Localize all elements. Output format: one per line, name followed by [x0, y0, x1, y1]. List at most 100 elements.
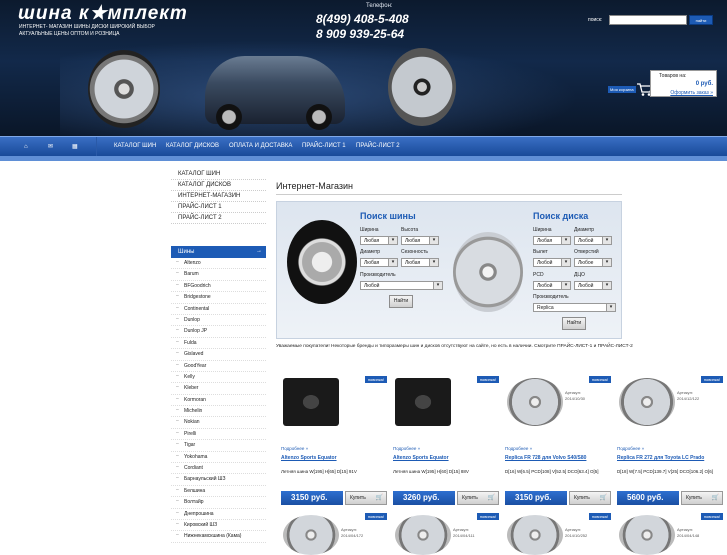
brand-item[interactable]: Барнаульский ШЗ [171, 474, 266, 486]
brand-item[interactable]: Kormoran [171, 395, 266, 407]
nav-price-list-2[interactable]: ПРАЙС-ЛИСТ 2 [356, 143, 400, 149]
product-image[interactable] [507, 378, 563, 426]
buy-button[interactable]: Купить [457, 491, 499, 505]
article-date: 2014/04/111 [453, 533, 475, 538]
tire-maker-select[interactable]: Любой [360, 281, 443, 290]
disk-offset-label: Вылет [533, 249, 548, 255]
disk-maker-select[interactable]: Replica [533, 303, 616, 312]
brand-item[interactable]: Днепрошина [171, 509, 266, 520]
details-link[interactable]: Подробнее » [505, 446, 532, 451]
home-icon[interactable]: ⌂ [24, 144, 30, 150]
nav-tire-catalog[interactable]: КАТАЛОГ ШИН [114, 143, 156, 149]
sitemap-icon[interactable]: ▦ [72, 144, 78, 150]
banner-rim-image [388, 48, 456, 126]
product-desc: D[16] W[6.5] PCD[108] V[52.5] DCO[63.4] … [505, 469, 599, 474]
brand-list-heading[interactable]: Шины → [171, 246, 266, 258]
disk-offset-select[interactable]: Любой [533, 258, 571, 267]
product-image[interactable] [619, 378, 675, 426]
left-menu-item[interactable]: ИНТЕРНЕТ-МАГАЗИН [171, 191, 266, 202]
brand-item[interactable]: BFGoodrich [171, 281, 266, 293]
product-image[interactable] [283, 378, 339, 426]
brand-item[interactable]: Kelly [171, 372, 266, 384]
brand-item[interactable]: Kleber [171, 383, 266, 395]
brand-item[interactable]: Tigar [171, 440, 266, 452]
disk-dco-select[interactable]: Любой [574, 281, 612, 290]
details-link[interactable]: Подробнее » [617, 446, 644, 451]
brand-item[interactable]: Nokian [171, 417, 266, 429]
nav-price-list-1[interactable]: ПРАЙС-ЛИСТ 1 [302, 143, 346, 149]
disk-pcd-select[interactable]: Любой [533, 281, 571, 290]
left-menu-item[interactable]: ПРАЙС-ЛИСТ 1 [171, 202, 266, 213]
left-menu-item[interactable]: КАТАЛОГ ШИН [171, 169, 266, 180]
details-link[interactable]: Подробнее » [393, 446, 420, 451]
brand-item[interactable]: Кировский ШЗ [171, 520, 266, 532]
disk-search-title: Поиск диска [533, 211, 589, 221]
disk-diameter-select[interactable]: Любой [574, 236, 612, 245]
product-name[interactable]: Altenzo Sports Equator [281, 455, 337, 461]
arrow-right-icon: → [256, 248, 262, 254]
buy-button[interactable]: Купить [345, 491, 387, 505]
brand-item[interactable]: Yokohama [171, 452, 266, 464]
mail-icon[interactable]: ✉ [48, 144, 54, 150]
disk-dco-label: ДЦО [574, 272, 585, 278]
product-image[interactable] [507, 515, 563, 555]
brand-item[interactable]: Cordiant [171, 463, 266, 475]
brand-item[interactable]: Dunlop JP [171, 326, 266, 338]
brand-item[interactable]: Dunlop [171, 315, 266, 327]
disk-width-label: Ширина [533, 227, 552, 233]
my-cart-link[interactable]: Моя корзина [608, 86, 636, 93]
new-badge: новинка! [588, 513, 611, 520]
product-name[interactable]: Replica FR 272 для Toyota LC Prado [617, 455, 704, 461]
banner-car-wheel [306, 104, 332, 130]
brand-item[interactable]: GoodYear [171, 361, 266, 372]
brand-list-title: Шины [178, 249, 195, 255]
site-logo[interactable]: шина к★мплект [18, 2, 188, 25]
brand-item[interactable]: Белшина [171, 486, 266, 498]
product-image[interactable] [395, 515, 451, 555]
search-label: поиск: [588, 17, 603, 23]
brand-item[interactable]: Altenzo [171, 258, 266, 270]
tire-height-select[interactable]: Любая [401, 236, 439, 245]
tire-season-select[interactable]: Любая [401, 258, 439, 267]
product-name[interactable]: Replica FR 728 для Volvo S40/S80 [505, 455, 586, 461]
brand-item[interactable]: Gislaved [171, 349, 266, 361]
site-tagline: АКТУАЛЬНЫЕ ЦЕНЫ ОПТОМ И РОЗНИЦА [19, 31, 120, 37]
nav-stripe [0, 156, 727, 161]
brand-item[interactable]: Michelin [171, 406, 266, 418]
product-image[interactable] [283, 515, 339, 555]
tire-height-label: Высота [401, 227, 419, 233]
left-menu-item[interactable]: ПРАЙС-ЛИСТ 2 [171, 213, 266, 224]
disk-holes-select[interactable]: Любое [574, 258, 612, 267]
new-badge: новинка! [588, 376, 611, 383]
brand-item[interactable]: Pirelli [171, 429, 266, 441]
brand-item[interactable]: Fulda [171, 338, 266, 350]
brand-item[interactable]: Нижнекамскшина (Кама) [171, 531, 266, 543]
tire-diameter-label: Диаметр [360, 249, 381, 255]
new-badge: новинка! [700, 376, 723, 383]
disk-width-select[interactable]: Любая [533, 236, 571, 245]
brand-item[interactable]: Волтайр [171, 497, 266, 509]
search-input[interactable] [609, 15, 687, 25]
disk-search-button[interactable]: Найти [562, 317, 586, 330]
header-banner: шина к★мплект ИНТЕРНЕТ- МАГАЗИН ШИНЫ ДИС… [0, 0, 727, 136]
checkout-link[interactable]: Оформить заказ » [670, 90, 713, 96]
nav-disk-catalog[interactable]: КАТАЛОГ ДИСКОВ [166, 143, 219, 149]
product-image[interactable] [395, 378, 451, 426]
product-name[interactable]: Altenzo Sports Equator [393, 455, 449, 461]
product-card: новинка! Подробнее » Altenzo Sports Equato… [393, 376, 499, 506]
details-link[interactable]: Подробнее » [281, 446, 308, 451]
site-tagline: ИНТЕРНЕТ- МАГАЗИН ШИНЫ ДИСКИ ШИРОКИЙ ВЫБ… [19, 24, 155, 30]
brand-item[interactable]: Barum [171, 269, 266, 281]
brand-item[interactable]: Continental [171, 304, 266, 315]
tire-search-button[interactable]: Найти [389, 295, 413, 308]
search-button[interactable]: найти [689, 15, 713, 25]
product-price: 3150 руб. [281, 491, 343, 505]
product-image[interactable] [619, 515, 675, 555]
left-menu-item[interactable]: КАТАЛОГ ДИСКОВ [171, 180, 266, 191]
buy-button[interactable]: Купить [681, 491, 723, 505]
tire-diameter-select[interactable]: Любая [360, 258, 398, 267]
tire-width-select[interactable]: Любая [360, 236, 398, 245]
buy-button[interactable]: Купить [569, 491, 611, 505]
nav-payment-delivery[interactable]: ОПЛАТА И ДОСТАВКА [229, 143, 292, 149]
brand-item[interactable]: Bridgestone [171, 292, 266, 304]
